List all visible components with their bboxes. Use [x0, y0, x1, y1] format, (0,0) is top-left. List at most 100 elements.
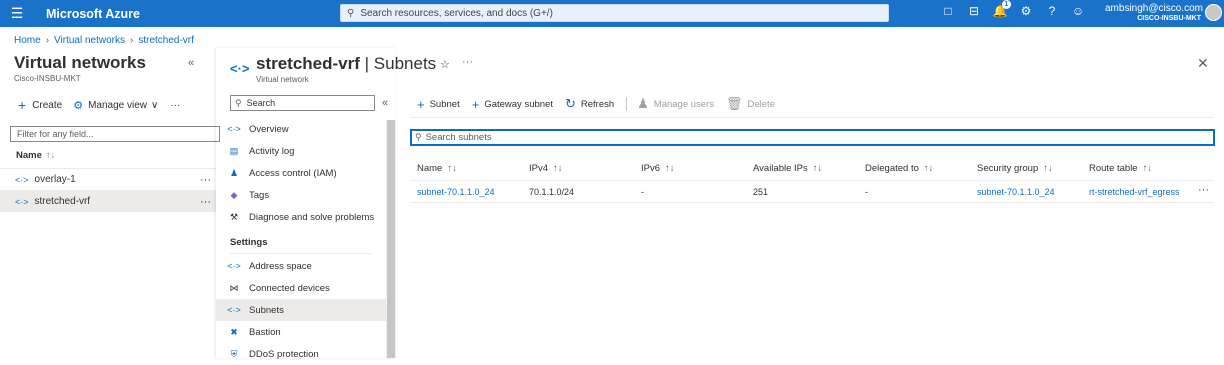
nav-item-label: Address space	[249, 260, 312, 272]
column-header-label: IPv6	[641, 163, 661, 174]
subnet-ipv6: -	[641, 187, 644, 197]
row-more-options-icon[interactable]: ···	[1198, 184, 1209, 196]
settings-gear-icon[interactable]: ⚙	[1013, 4, 1039, 18]
notifications-icon[interactable]: 🔔 1	[987, 0, 1013, 18]
column-header-label: Available IPs	[753, 163, 808, 174]
breadcrumb-virtual-networks[interactable]: Virtual networks	[54, 35, 125, 46]
notification-count-badge: 1	[1002, 0, 1011, 9]
nav-item-label: Overview	[249, 123, 289, 135]
column-header-label: Name	[417, 163, 443, 174]
portal-brand[interactable]: Microsoft Azure	[46, 7, 338, 21]
wrench-icon: ⚒	[229, 211, 239, 222]
list-item-stretched-vrf[interactable]: <·> stretched-vrf ···	[0, 190, 216, 212]
column-header-name[interactable]: Name ↑↓	[417, 163, 457, 174]
column-header-ipv4[interactable]: IPv4 ↑↓	[529, 163, 563, 174]
add-gateway-subnet-button[interactable]: + Gateway subnet	[472, 97, 553, 112]
subnet-ipv4: 70.1.1.0/24	[529, 187, 575, 197]
nav-item-address-space[interactable]: <·> Address space	[216, 255, 386, 277]
breadcrumb-stretched-vrf[interactable]: stretched-vrf	[138, 35, 194, 46]
column-header-delegated-to[interactable]: Delegated to ↑↓	[865, 163, 933, 174]
column-header-security-group[interactable]: Security group ↑↓	[977, 163, 1053, 174]
nav-item-diagnose[interactable]: ⚒ Diagnose and solve problems	[216, 206, 386, 228]
toolbar-divider	[626, 97, 628, 111]
sort-icon: ↑↓	[553, 163, 563, 174]
nav-item-ddos-protection[interactable]: ⛨ DDoS protection	[216, 343, 386, 365]
filter-input[interactable]: Filter for any field...	[10, 126, 220, 142]
subnet-name-link[interactable]: subnet-70.1.1.0_24	[417, 187, 495, 197]
bastion-icon: ✖	[230, 326, 238, 337]
list-item-label[interactable]: stretched-vrf	[35, 196, 91, 207]
collapse-menu-icon[interactable]: «	[382, 97, 388, 109]
more-options-icon[interactable]: ···	[200, 196, 211, 208]
refresh-button[interactable]: ↻ Refresh	[565, 96, 614, 112]
manage-view-button[interactable]: Manage view	[88, 100, 147, 111]
more-options-icon[interactable]: ···	[462, 56, 473, 68]
manage-users-button[interactable]: ♟ Manage users	[637, 96, 714, 112]
divider	[410, 202, 1214, 203]
close-icon[interactable]: ✕	[1197, 55, 1209, 72]
resource-type: Virtual network	[256, 75, 309, 84]
account-info[interactable]: ambsingh@cisco.com CISCO-INSBU-MKT	[1105, 3, 1203, 23]
subnet-search-input[interactable]: ⚲ Search subnets	[410, 129, 1215, 146]
subnet-search-placeholder: Search subnets	[425, 132, 492, 143]
route-table-link[interactable]: rt-stretched-vrf_egress	[1089, 187, 1180, 197]
avatar[interactable]	[1205, 4, 1222, 21]
delete-button[interactable]: 🗑 Delete	[726, 96, 775, 112]
breadcrumb: Home › Virtual networks › stretched-vrf	[14, 35, 194, 46]
people-icon: ♟	[229, 167, 239, 178]
nav-item-connected-devices[interactable]: ⋈ Connected devices	[216, 277, 386, 299]
virtual-network-icon: <·>	[15, 174, 29, 185]
column-header-label: Route table	[1089, 163, 1138, 174]
nav-item-bastion[interactable]: ✖ Bastion	[216, 321, 386, 343]
refresh-icon: ↻	[564, 96, 576, 111]
more-options-icon[interactable]: ···	[200, 174, 211, 186]
sort-icon: ↑↓	[447, 163, 457, 174]
menu-scrollbar[interactable]	[386, 120, 396, 358]
manage-users-label: Manage users	[653, 98, 714, 110]
activity-log-icon: ▤	[229, 145, 239, 156]
nav-item-activity-log[interactable]: ▤ Activity log	[216, 140, 386, 162]
list-item-overlay-1[interactable]: <·> overlay-1 ···	[0, 168, 216, 190]
user-org: CISCO-INSBU-MKT	[1137, 15, 1201, 22]
people-icon: ♟	[637, 96, 649, 111]
cloud-shell-icon[interactable]: □	[935, 4, 961, 18]
directory-filter-icon[interactable]: ⊟	[961, 4, 987, 18]
search-icon: ⚲	[347, 7, 355, 19]
list-item-label[interactable]: overlay-1	[35, 174, 76, 185]
column-header-ipv6[interactable]: IPv6 ↑↓	[641, 163, 675, 174]
divider	[410, 117, 1214, 118]
add-subnet-button[interactable]: + Subnet	[417, 97, 460, 112]
gateway-subnet-label: Gateway subnet	[484, 98, 553, 110]
more-options-icon[interactable]: ···	[170, 100, 180, 111]
resource-section: Subnets	[373, 54, 437, 73]
nav-item-label: Diagnose and solve problems	[249, 211, 375, 223]
column-header-name[interactable]: Name ↑↓	[16, 150, 55, 161]
global-search-input[interactable]: ⚲ Search resources, services, and docs (…	[340, 4, 889, 22]
nav-item-subnets[interactable]: <·> Subnets	[216, 299, 386, 321]
favorite-star-icon[interactable]: ☆	[440, 58, 450, 71]
scrollbar-thumb[interactable]	[387, 120, 395, 358]
security-group-link[interactable]: subnet-70.1.1.0_24	[977, 187, 1055, 197]
feedback-icon[interactable]: ☺	[1065, 4, 1091, 18]
resource-name: stretched-vrf	[256, 54, 360, 73]
search-icon: ⚲	[415, 132, 422, 142]
tag-icon: ◆	[230, 189, 238, 200]
breadcrumb-home[interactable]: Home	[14, 35, 41, 46]
create-button[interactable]: Create	[32, 100, 62, 111]
menu-search-input[interactable]: ⚲ Search	[230, 95, 375, 111]
subnet-delegated-to: -	[865, 187, 868, 197]
hamburger-menu-icon[interactable]: ☰	[0, 5, 34, 22]
subnets-toolbar: + Subnet + Gateway subnet ↻ Refresh ♟ Manage…	[417, 96, 787, 112]
address-space-icon: <·>	[227, 261, 241, 271]
help-icon[interactable]: ?	[1039, 4, 1065, 18]
nav-item-overview[interactable]: <·> Overview	[216, 118, 386, 140]
nav-item-tags[interactable]: ◆ Tags	[216, 184, 386, 206]
chevron-down-icon[interactable]: ∨	[151, 100, 158, 111]
column-header-available-ips[interactable]: Available IPs ↑↓	[753, 163, 822, 174]
nav-item-access-control[interactable]: ♟ Access control (IAM)	[216, 162, 386, 184]
collapse-pane-icon[interactable]: «	[188, 57, 194, 69]
column-header-route-table[interactable]: Route table ↑↓	[1089, 163, 1152, 174]
virtual-network-icon: <·>	[230, 61, 250, 76]
column-header-name-label: Name	[16, 150, 42, 161]
column-header-label: Security group	[977, 163, 1039, 174]
